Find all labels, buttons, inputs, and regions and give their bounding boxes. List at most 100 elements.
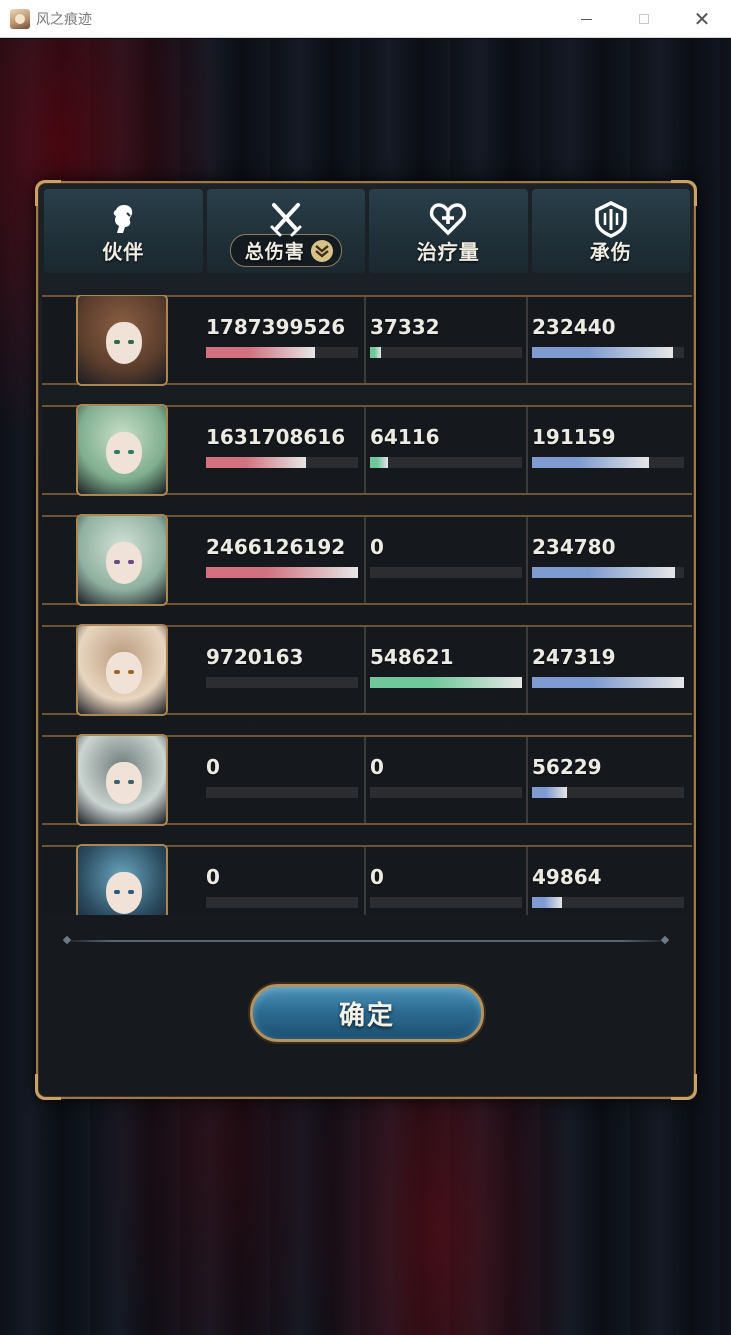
- damage-value: 1631708616: [206, 425, 346, 449]
- damage-bar: [206, 787, 358, 798]
- damage-cell: 1631708616: [202, 407, 364, 493]
- heal-bar-fill: [370, 457, 389, 468]
- damage-value: 9720163: [206, 645, 304, 669]
- heal-cell: 64116: [364, 407, 526, 493]
- tank-bar-fill: [532, 347, 674, 358]
- damage-bar: [206, 347, 358, 358]
- tank-value: 191159: [532, 425, 616, 449]
- heal-value: 37332: [370, 315, 440, 339]
- heart-plus-icon: [430, 203, 467, 236]
- tank-bar: [532, 787, 684, 798]
- partner-avatar[interactable]: [76, 624, 168, 716]
- window-controls: ✕: [557, 0, 731, 38]
- heal-bar: [370, 677, 522, 688]
- tank-value: 234780: [532, 535, 616, 559]
- tank-value: 56229: [532, 755, 602, 779]
- tank-cell: 191159: [526, 407, 688, 493]
- damage-bar-fill: [206, 457, 307, 468]
- heal-cell: 0: [364, 847, 526, 915]
- close-icon: ✕: [693, 7, 711, 31]
- tank-value: 49864: [532, 865, 602, 889]
- minimize-button[interactable]: [557, 0, 615, 38]
- partner-avatar[interactable]: [76, 844, 168, 915]
- crossed-swords-icon: [270, 203, 302, 237]
- tank-bar: [532, 677, 684, 688]
- tab-total-damage-label: 总伤害: [244, 241, 305, 263]
- tank-bar-fill: [532, 677, 684, 688]
- partner-avatar[interactable]: [76, 404, 168, 496]
- tab-partner-label: 伙伴: [102, 240, 145, 264]
- window-titlebar: 风之痕迹 ✕: [0, 0, 731, 38]
- tank-bar: [532, 457, 684, 468]
- tab-healing[interactable]: 治疗量: [369, 189, 528, 273]
- divider: [62, 940, 670, 942]
- partner-stats-list[interactable]: 1787399526 37332 232440 1631708616 64116 1911…: [42, 295, 692, 915]
- heal-bar: [370, 787, 522, 798]
- tank-cell: 49864: [526, 847, 688, 915]
- damage-cell: 9720163: [202, 627, 364, 713]
- tank-bar: [532, 347, 684, 358]
- damage-bar: [206, 677, 358, 688]
- tank-value: 232440: [532, 315, 616, 339]
- tank-bar: [532, 567, 684, 578]
- heal-bar: [370, 347, 522, 358]
- table-row: 1787399526 37332 232440: [42, 295, 692, 386]
- tab-partner[interactable]: 伙伴: [44, 189, 203, 273]
- close-button[interactable]: ✕: [673, 0, 731, 38]
- damage-bar-fill: [206, 347, 316, 358]
- damage-bar: [206, 897, 358, 908]
- heal-bar: [370, 457, 522, 468]
- partner-avatar[interactable]: [76, 514, 168, 606]
- maximize-icon: [639, 14, 649, 24]
- tank-bar-fill: [532, 787, 567, 798]
- partner-avatar[interactable]: [76, 295, 168, 386]
- table-row: 9720163 548621 247319: [42, 624, 692, 716]
- tab-healing-label: 治疗量: [416, 240, 480, 264]
- tab-damage-taken-label: 承伤: [589, 240, 632, 264]
- frame-corner: [671, 1074, 697, 1100]
- tab-damage-taken[interactable]: 承伤: [531, 189, 690, 273]
- damage-bar: [206, 457, 358, 468]
- tank-cell: 234780: [526, 517, 688, 603]
- table-row: 0 0 56229: [42, 734, 692, 826]
- heal-value: 64116: [370, 425, 440, 449]
- partner-icon: [114, 205, 133, 233]
- damage-value: 2466126192: [206, 535, 346, 559]
- table-row: 0 0 49864: [42, 844, 692, 915]
- confirm-button[interactable]: 确定: [250, 984, 484, 1042]
- tab-total-damage[interactable]: 总伤害: [206, 189, 365, 273]
- tank-bar-fill: [532, 897, 563, 908]
- stats-tabs: 伙伴 总伤害 治疗量 承伤: [44, 189, 690, 273]
- heal-cell: 37332: [364, 297, 526, 383]
- tank-bar: [532, 897, 684, 908]
- heal-bar-fill: [370, 347, 381, 358]
- heal-value: 0: [370, 755, 384, 779]
- damage-value: 0: [206, 865, 220, 889]
- heal-cell: 0: [364, 517, 526, 603]
- damage-value: 1787399526: [206, 315, 346, 339]
- heal-cell: 0: [364, 737, 526, 823]
- damage-cell: 0: [202, 737, 364, 823]
- damage-cell: 1787399526: [202, 297, 364, 383]
- confirm-button-label: 确定: [338, 1000, 395, 1031]
- damage-cell: 0: [202, 847, 364, 915]
- heal-value: 0: [370, 535, 384, 559]
- damage-bar-fill: [206, 567, 358, 578]
- damage-bar: [206, 567, 358, 578]
- minimize-icon: [580, 18, 592, 20]
- damage-cell: 2466126192: [202, 517, 364, 603]
- table-row: 1631708616 64116 191159: [42, 404, 692, 496]
- heal-bar: [370, 567, 522, 578]
- tank-cell: 247319: [526, 627, 688, 713]
- tank-bar-fill: [532, 457, 650, 468]
- shield-icon: [595, 201, 627, 238]
- window-title: 风之痕迹: [36, 11, 92, 28]
- table-row: 2466126192 0 234780: [42, 514, 692, 606]
- maximize-button[interactable]: [615, 0, 673, 38]
- partner-avatar[interactable]: [76, 734, 168, 826]
- app-icon: [10, 8, 30, 29]
- damage-value: 0: [206, 755, 220, 779]
- battle-stats-panel: 伙伴 总伤害 治疗量 承伤 1787399526 37332 232440 16…: [35, 180, 697, 1100]
- heal-bar: [370, 897, 522, 908]
- tank-bar-fill: [532, 567, 675, 578]
